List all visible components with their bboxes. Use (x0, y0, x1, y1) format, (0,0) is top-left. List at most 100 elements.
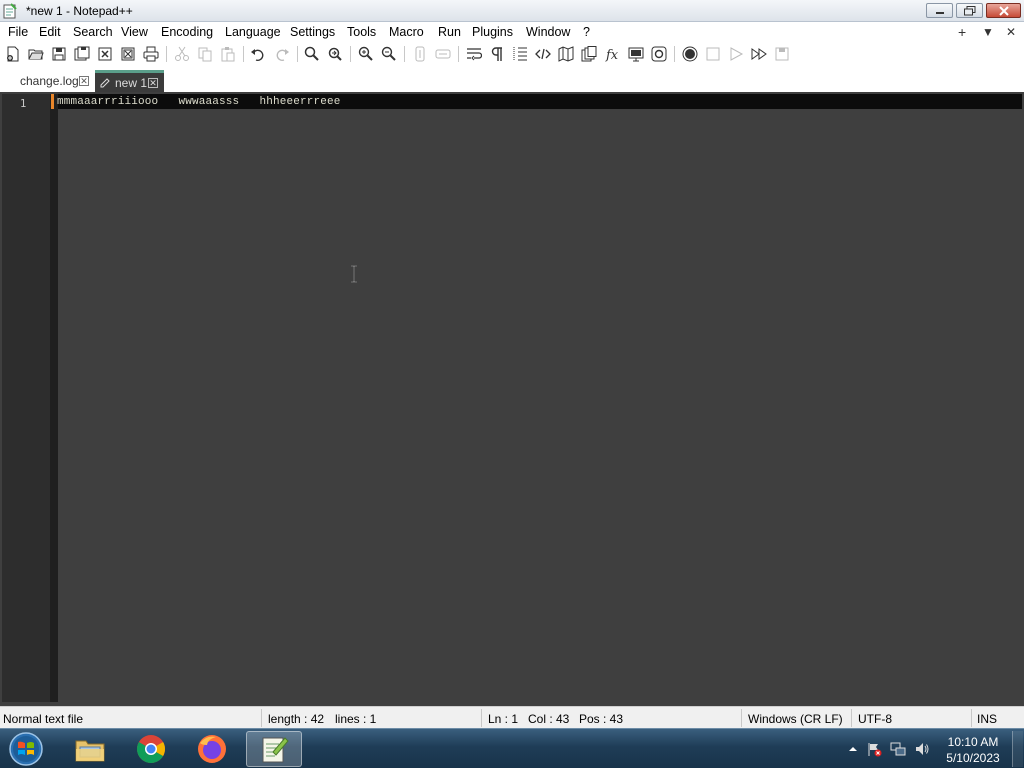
sync-vertical-icon[interactable] (411, 45, 429, 63)
menu-bar: File Edit Search View Encoding Language … (0, 22, 1024, 42)
taskbar: 10:10 AM 5/10/2023 (0, 728, 1024, 768)
zoom-in-icon[interactable] (357, 45, 375, 63)
menu-run[interactable]: Run (438, 25, 461, 39)
clock-time: 10:10 AM (947, 735, 999, 749)
xml-tag-icon[interactable] (534, 45, 552, 63)
show-desktop-button[interactable] (1012, 731, 1023, 767)
status-lines: lines : 1 (335, 712, 377, 726)
editor-area[interactable]: 1 mmmaaarrriiiooo wwwaaasss hhheeerrreee (0, 92, 1024, 706)
run-macro-multiple-icon[interactable] (750, 45, 768, 63)
record-macro-icon[interactable] (681, 45, 699, 63)
show-all-characters-icon[interactable] (488, 45, 506, 63)
system-clock[interactable]: 10:10 AM 5/10/2023 (940, 734, 1006, 766)
play-macro-icon[interactable] (727, 45, 745, 63)
folder-workspace-icon[interactable] (627, 45, 645, 63)
tab-label: new 1 (115, 75, 148, 90)
close-window-button[interactable] (986, 3, 1021, 18)
paste-icon[interactable] (219, 45, 237, 63)
new-file-icon[interactable] (4, 45, 22, 63)
menu-search[interactable]: Search (73, 25, 113, 39)
menu-view[interactable]: View (121, 25, 148, 39)
function-list-icon[interactable]: fx (604, 45, 622, 63)
network-icon[interactable] (890, 741, 906, 757)
menu-macro[interactable]: Macro (389, 25, 424, 39)
tab-label: change.log (20, 74, 79, 88)
open-file-icon[interactable] (27, 45, 45, 63)
taskbar-firefox[interactable] (184, 731, 240, 767)
firefox-icon (198, 735, 226, 763)
tab-new-1[interactable]: new 1 ✕ (95, 70, 164, 92)
volume-icon[interactable] (914, 741, 930, 757)
tab-bar: change.log ✕ new 1 ✕ (0, 66, 1024, 92)
menu-window[interactable]: Window (526, 25, 570, 39)
redo-icon[interactable] (273, 45, 291, 63)
print-icon[interactable] (142, 45, 160, 63)
save-all-icon[interactable] (73, 45, 91, 63)
zoom-out-icon[interactable] (380, 45, 398, 63)
tab-change-log[interactable]: change.log ✕ (12, 70, 94, 92)
status-encoding[interactable]: UTF-8 (858, 712, 892, 726)
status-column: Col : 43 (528, 712, 570, 726)
word-wrap-icon[interactable] (465, 45, 483, 63)
stop-macro-icon[interactable] (704, 45, 722, 63)
editor-line-1[interactable]: mmmaaarrriiiooo wwwaaasss hhheeerrreee (57, 96, 341, 108)
minimize-icon (935, 11, 944, 14)
action-center-flag-icon[interactable] (866, 741, 882, 757)
status-length: length : 42 (268, 712, 325, 726)
restore-icon (963, 5, 975, 15)
status-insert-mode: INS (977, 712, 998, 726)
title-bar: *new 1 - Notepad++ (0, 0, 1024, 22)
show-hidden-icons-icon[interactable] (845, 741, 861, 757)
fold-margin (50, 94, 58, 702)
status-bar: Normal text file length : 42 lines : 1 L… (0, 706, 1024, 728)
minimize-button[interactable] (926, 3, 953, 18)
notepad-plus-plus-icon (262, 737, 289, 763)
line-number-margin: 1 (2, 94, 50, 702)
clock-date: 5/10/2023 (946, 751, 1000, 765)
status-eol[interactable]: Windows (CR LF) (748, 712, 843, 726)
menu-help[interactable]: ? (583, 25, 590, 39)
windows-start-icon[interactable] (6, 731, 46, 767)
folder-icon (75, 740, 105, 762)
replace-icon[interactable] (326, 45, 344, 63)
document-map-icon[interactable] (557, 45, 575, 63)
status-position: Pos : 43 (579, 712, 624, 726)
i-beam-cursor-icon (351, 265, 357, 283)
taskbar-chrome[interactable] (123, 731, 179, 767)
copy-icon[interactable] (196, 45, 214, 63)
restore-button[interactable] (956, 3, 983, 18)
document-list-icon[interactable] (580, 45, 598, 63)
taskbar-file-explorer[interactable] (62, 731, 118, 767)
find-icon[interactable] (303, 45, 321, 63)
modified-pencil-icon (100, 77, 110, 87)
tab-close-icon[interactable]: ✕ (148, 77, 158, 88)
menu-tools[interactable]: Tools (347, 25, 376, 39)
menu-file[interactable]: File (8, 25, 28, 39)
taskbar-notepad-plus-plus[interactable] (246, 731, 302, 767)
close-all-icon[interactable] (119, 45, 137, 63)
menu-plugins[interactable]: Plugins (472, 25, 513, 39)
change-history-marker (51, 94, 54, 109)
cut-icon[interactable] (173, 45, 191, 63)
menu-language[interactable]: Language (225, 25, 281, 39)
undo-icon[interactable] (249, 45, 267, 63)
save-icon[interactable] (50, 45, 68, 63)
close-icon (998, 5, 1009, 16)
indent-guide-icon[interactable] (511, 45, 529, 63)
menu-encoding[interactable]: Encoding (161, 25, 213, 39)
save-macro-icon[interactable] (773, 45, 791, 63)
line-number: 1 (20, 98, 27, 110)
monitoring-icon[interactable] (650, 45, 668, 63)
tab-close-icon[interactable]: ✕ (79, 76, 89, 86)
close-icon[interactable] (96, 45, 114, 63)
svg-text:fx: fx (605, 48, 619, 62)
new-tab-plus-icon[interactable]: + (958, 24, 966, 40)
sync-horizontal-icon[interactable] (434, 45, 452, 63)
close-document-icon[interactable]: ✕ (1006, 25, 1016, 39)
window-title: *new 1 - Notepad++ (26, 4, 133, 18)
menu-settings[interactable]: Settings (290, 25, 335, 39)
notepad-plus-plus-icon (3, 3, 17, 19)
tab-list-dropdown-icon[interactable]: ▼ (982, 25, 994, 39)
menu-edit[interactable]: Edit (39, 25, 61, 39)
chrome-icon (137, 735, 165, 763)
